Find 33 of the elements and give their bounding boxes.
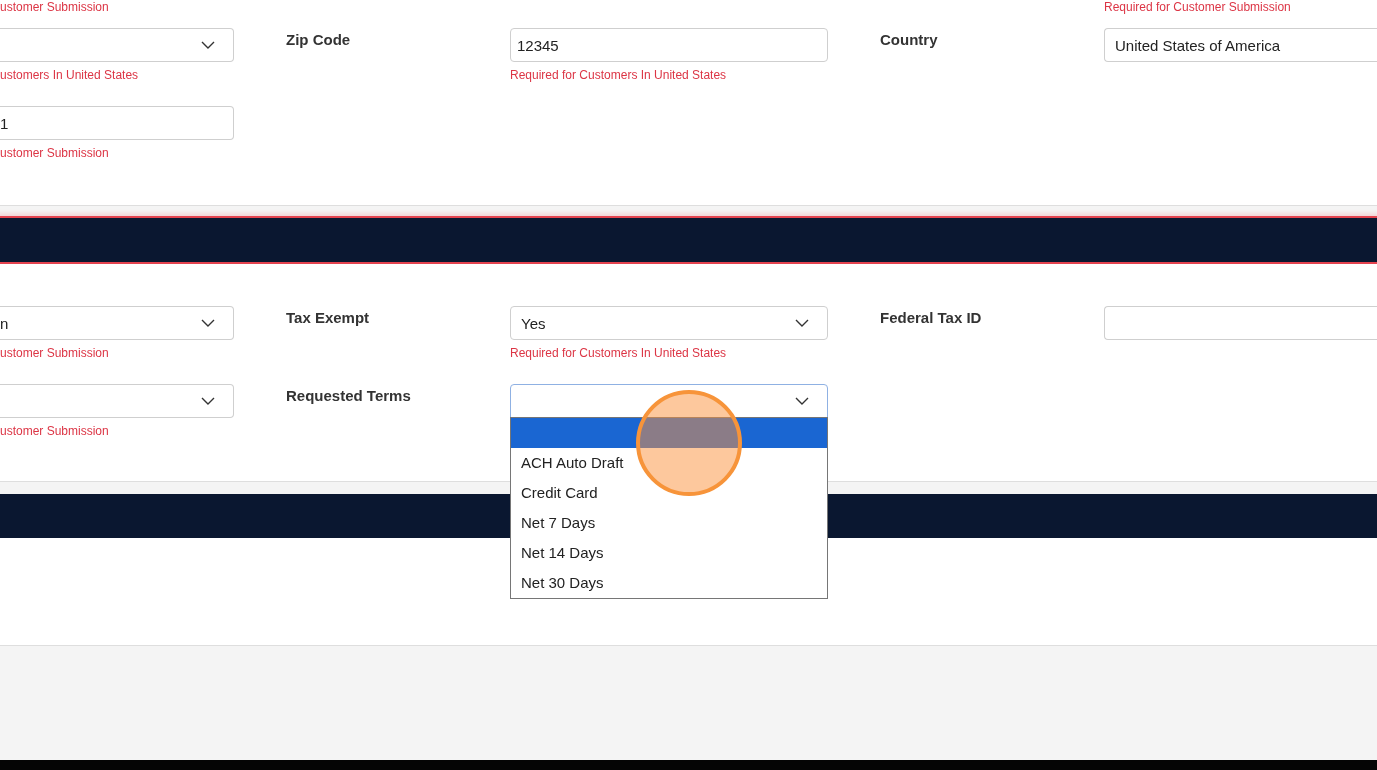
validation-message: Required for Customer Submission: [1104, 0, 1291, 14]
validation-message: ustomer Submission: [0, 424, 109, 438]
select-field[interactable]: [0, 28, 234, 62]
dropdown-option[interactable]: Net 30 Days: [511, 568, 827, 598]
field-label: Zip Code: [286, 30, 351, 50]
select-field[interactable]: n: [0, 306, 234, 340]
chevron-down-icon: [795, 397, 809, 405]
dropdown-option[interactable]: [511, 418, 827, 448]
validation-message: Required for Customers In United States: [510, 68, 727, 82]
dropdown-option[interactable]: Net 7 Days: [511, 508, 827, 538]
select-field[interactable]: [510, 384, 828, 418]
field-label: Tax Exempt: [286, 308, 370, 328]
text-field[interactable]: 1: [0, 106, 234, 140]
chevron-down-icon: [795, 319, 809, 327]
dropdown-option[interactable]: ACH Auto Draft: [511, 448, 827, 478]
text-field[interactable]: [1104, 306, 1377, 340]
dropdown-option[interactable]: Credit Card: [511, 478, 827, 508]
validation-message: ustomers In United States: [0, 68, 139, 82]
text-field[interactable]: United States of America: [1104, 28, 1377, 62]
field-label: Requested Terms: [286, 386, 411, 406]
validation-message: ustomer Submission: [0, 0, 109, 14]
text-field[interactable]: 12345: [510, 28, 828, 62]
chevron-down-icon: [201, 319, 215, 327]
dropdown-option[interactable]: Net 14 Days: [511, 538, 827, 568]
select-field[interactable]: Yes: [510, 306, 828, 340]
field-label: Country: [880, 30, 938, 50]
validation-message: ustomer Submission: [0, 146, 109, 160]
chevron-down-icon: [201, 41, 215, 49]
select-field[interactable]: [0, 384, 234, 418]
field-label: Federal Tax ID: [880, 308, 982, 328]
validation-message: Required for Customers In United States: [510, 346, 727, 360]
validation-message: ustomer Submission: [0, 346, 109, 360]
chevron-down-icon: [201, 397, 215, 405]
